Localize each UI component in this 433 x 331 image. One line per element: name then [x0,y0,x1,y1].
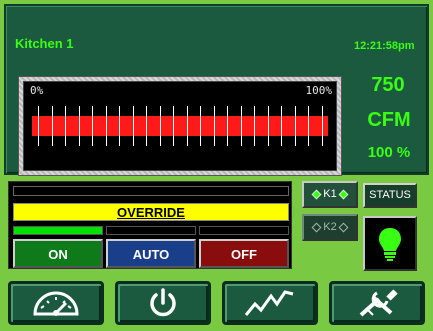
power-icon [150,288,176,317]
meter-tick [254,106,255,146]
tools-nav-button[interactable] [329,281,425,325]
meter-tick [173,106,174,146]
meter-tick [268,106,269,146]
room-title: Kitchen 1 [15,36,74,51]
gauge-nav-button[interactable] [8,281,104,325]
k2-relay-button[interactable]: K2 [302,214,358,241]
meter-max-label: 100% [305,84,333,97]
airflow-percent: 100 % [367,144,411,161]
meter-tick [106,106,107,146]
gauge-icon [33,291,79,316]
meter-tick [295,106,296,146]
meter-tick [308,106,309,146]
meter-tick [241,106,242,146]
meter-tick [160,106,161,146]
k2-label: K2 [323,221,337,233]
airflow-unit: CFM [367,109,411,131]
meter-tick [38,106,39,146]
airflow-value: 750 [371,74,405,96]
meter-fill [32,106,328,146]
override-banner: OVERRIDE [13,203,289,221]
auto-indicator [106,226,196,235]
auto-button[interactable]: AUTO [106,239,196,268]
tools-icon [359,289,398,317]
light-indicator[interactable] [363,216,417,271]
on-button[interactable]: ON [13,239,103,268]
airflow-panel: Kitchen 1 12:21:58pm 0% 100% 750 CFM 100… [4,4,429,176]
trend-icon [244,290,294,316]
k1-relay-button[interactable]: K1 [302,181,358,208]
meter-tick [52,106,53,146]
meter-tick [146,106,147,146]
power-nav-button[interactable] [115,281,211,325]
off-button[interactable]: OFF [199,239,289,268]
meter-tick [281,106,282,146]
lightbulb-icon [379,228,401,261]
meter-display: 0% 100% [23,81,337,171]
k1-led-icon [311,189,322,200]
k2-led-icon [311,222,322,233]
status-button[interactable]: STATUS [363,183,417,208]
meter-tick [133,106,134,146]
meter-tick [200,106,201,146]
meter-tick [119,106,120,146]
meter-tick [79,106,80,146]
meter-tick [65,106,66,146]
meter-tick [187,106,188,146]
mode-control-group: OVERRIDE ON AUTO OFF [8,181,292,269]
meter-min-label: 0% [30,84,44,97]
k1-led-icon [338,189,349,200]
meter-tick [214,106,215,146]
on-indicator [13,226,103,235]
meter-track [32,106,328,146]
status-bar [13,186,289,196]
clock: 12:21:58pm [354,40,415,52]
k2-led-icon [338,222,349,233]
trend-nav-button[interactable] [222,281,318,325]
off-indicator [199,226,289,235]
k1-label: K1 [323,188,337,200]
meter-tick [92,106,93,146]
meter-tick [322,106,323,146]
meter-tick [227,106,228,146]
airflow-meter: 0% 100% [18,76,342,176]
